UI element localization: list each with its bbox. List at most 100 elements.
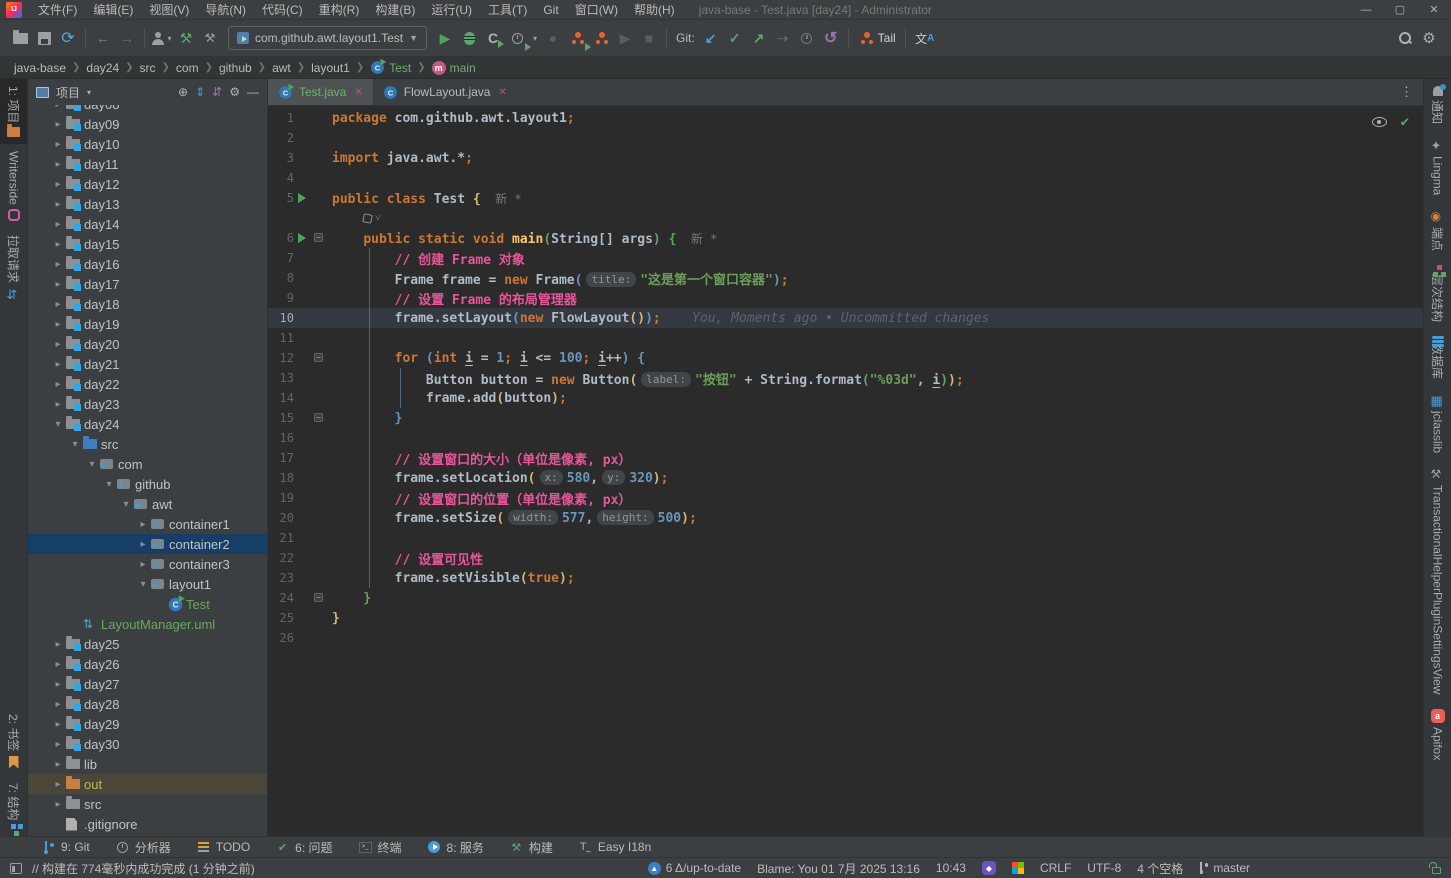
gutter[interactable]: 17 bbox=[268, 448, 326, 468]
tree-chevron-icon[interactable]: ▸ bbox=[50, 379, 66, 390]
run-coverage-button[interactable]: C bbox=[481, 26, 505, 50]
gutter[interactable]: 15− bbox=[268, 408, 326, 428]
collapse-all-icon[interactable]: ⇵ bbox=[212, 85, 222, 99]
stripe-item-hierarchy[interactable]: 层次结构 bbox=[1424, 258, 1451, 329]
stripe-item-bookmarks[interactable]: 2: 书签 bbox=[0, 707, 27, 775]
tree-chevron-icon[interactable]: ▸ bbox=[50, 179, 66, 190]
tree-chevron-icon[interactable]: ▸ bbox=[50, 105, 66, 110]
gutter[interactable]: 20 bbox=[268, 508, 326, 528]
tree-chevron-icon[interactable]: ▸ bbox=[50, 659, 66, 670]
menu-编辑[interactable]: 编辑(E) bbox=[85, 0, 141, 20]
tree-row-out[interactable]: ▸out bbox=[28, 774, 267, 794]
profile-user-dropdown[interactable]: ▾ bbox=[150, 26, 174, 50]
tree-row-container1[interactable]: ▸container1 bbox=[28, 514, 267, 534]
tree-chevron-icon[interactable]: ▾ bbox=[84, 459, 100, 470]
breadcrumb-item-layout1[interactable]: layout1 bbox=[307, 61, 354, 75]
minimize-button[interactable]: — bbox=[1349, 0, 1383, 20]
gutter[interactable]: 10 bbox=[268, 308, 326, 328]
tree-row-day14[interactable]: ▸day14 bbox=[28, 214, 267, 234]
tree-chevron-icon[interactable]: ▸ bbox=[50, 319, 66, 330]
status-item-purple-plugin[interactable]: ◆ bbox=[982, 861, 996, 875]
toolwindow-button-git-branch[interactable]: 9: Git bbox=[42, 840, 90, 854]
status-item-4 个空格[interactable]: 4 个空格 bbox=[1137, 860, 1183, 877]
tree-row-day21[interactable]: ▸day21 bbox=[28, 354, 267, 374]
breadcrumb-item-github[interactable]: github bbox=[215, 61, 256, 75]
tree-row-day12[interactable]: ▸day12 bbox=[28, 174, 267, 194]
tree-chevron-icon[interactable]: ▸ bbox=[50, 139, 66, 150]
tree-row-day30[interactable]: ▸day30 bbox=[28, 734, 267, 754]
tree-chevron-icon[interactable]: ▸ bbox=[50, 699, 66, 710]
tree-chevron-icon[interactable]: ▸ bbox=[50, 199, 66, 210]
breadcrumb-item-src[interactable]: src bbox=[136, 61, 160, 75]
fold-marker-icon[interactable]: − bbox=[314, 233, 323, 242]
tree-row-day20[interactable]: ▸day20 bbox=[28, 334, 267, 354]
tree-chevron-icon[interactable]: ▾ bbox=[67, 439, 83, 450]
back-icon[interactable]: ← bbox=[91, 26, 115, 50]
tree-row-day19[interactable]: ▸day19 bbox=[28, 314, 267, 334]
profiler-dropdown-icon[interactable]: ▾ bbox=[529, 26, 541, 50]
project-panel-title[interactable]: 项目 bbox=[56, 84, 80, 101]
tree-row-day25[interactable]: ▸day25 bbox=[28, 634, 267, 654]
inspections-ok-icon[interactable]: ✔ bbox=[1401, 114, 1409, 130]
tree-chevron-icon[interactable]: ▸ bbox=[50, 719, 66, 730]
tree-chevron-icon[interactable]: ▸ bbox=[50, 679, 66, 690]
run-line-icon[interactable] bbox=[298, 193, 306, 203]
tree-row-github[interactable]: ▾github bbox=[28, 474, 267, 494]
stripe-item-pull-request[interactable]: 拉取请求⇵ bbox=[0, 228, 27, 308]
tree-chevron-icon[interactable]: ▸ bbox=[50, 159, 66, 170]
gutter[interactable]: 22 bbox=[268, 548, 326, 568]
tree-row-Test[interactable]: CTest bbox=[28, 594, 267, 614]
close-button[interactable]: ✕ bbox=[1417, 0, 1451, 20]
panel-gear-icon[interactable]: ⚙ bbox=[229, 85, 240, 99]
toolwindow-button-profiler[interactable]: 分析器 bbox=[116, 839, 171, 856]
stripe-item-structure[interactable]: 7: 结构 bbox=[0, 776, 27, 836]
tree-chevron-icon[interactable]: ▸ bbox=[50, 759, 66, 770]
menu-运行[interactable]: 运行(U) bbox=[423, 0, 480, 20]
toolwindow-button-build[interactable]: ⚒构建 bbox=[510, 839, 553, 856]
gutter[interactable]: 12− bbox=[268, 348, 326, 368]
tree-chevron-icon[interactable]: ▸ bbox=[50, 279, 66, 290]
open-project-icon[interactable] bbox=[8, 26, 32, 50]
tree-row-com[interactable]: ▾com bbox=[28, 454, 267, 474]
build-hammer-icon[interactable]: ⚒ bbox=[174, 26, 198, 50]
gutter[interactable]: 14 bbox=[268, 388, 326, 408]
tree-chevron-icon[interactable]: ▸ bbox=[50, 779, 66, 790]
tab-options-kebab-icon[interactable]: ⋮ bbox=[1390, 79, 1423, 105]
stripe-item-bell[interactable]: 通知 bbox=[1424, 79, 1451, 131]
stripe-item-lingma[interactable]: ✦Lingma bbox=[1424, 131, 1451, 202]
breadcrumb-item-day24[interactable]: day24 bbox=[82, 61, 123, 75]
tree-row-container2[interactable]: ▸container2 bbox=[28, 534, 267, 554]
gutter[interactable]: 8 bbox=[268, 268, 326, 288]
tree-row-lib[interactable]: ▸lib bbox=[28, 754, 267, 774]
tree-chevron-icon[interactable]: ▸ bbox=[50, 219, 66, 230]
hide-panel-icon[interactable]: — bbox=[247, 85, 259, 99]
toolwindow-button-services[interactable]: 8: 服务 bbox=[428, 839, 484, 856]
tail-icon[interactable] bbox=[854, 26, 878, 50]
tree-row-day15[interactable]: ▸day15 bbox=[28, 234, 267, 254]
jrebel-run-button[interactable] bbox=[565, 26, 589, 50]
gutter[interactable]: 5 bbox=[268, 188, 326, 208]
gutter[interactable]: 11 bbox=[268, 328, 326, 348]
run-line-icon[interactable] bbox=[298, 233, 306, 243]
gutter[interactable]: 3 bbox=[268, 148, 326, 168]
tree-chevron-icon[interactable]: ▸ bbox=[50, 299, 66, 310]
breadcrumb-item-java-base[interactable]: java-base bbox=[10, 61, 70, 75]
maximize-button[interactable]: ▢ bbox=[1383, 0, 1417, 20]
gutter[interactable]: 6− bbox=[268, 228, 326, 248]
fold-marker-icon[interactable]: − bbox=[314, 413, 323, 422]
tree-row-awt[interactable]: ▾awt bbox=[28, 494, 267, 514]
tree-chevron-icon[interactable]: ▸ bbox=[50, 739, 66, 750]
tree-row-day26[interactable]: ▸day26 bbox=[28, 654, 267, 674]
debug-button[interactable] bbox=[457, 26, 481, 50]
tree-chevron-icon[interactable]: ▾ bbox=[118, 499, 134, 510]
gutter[interactable]: 24− bbox=[268, 588, 326, 608]
translate-icon[interactable]: 文A bbox=[911, 26, 939, 50]
sync-icon[interactable]: ⟳ bbox=[56, 26, 80, 50]
menu-重构[interactable]: 重构(R) bbox=[311, 0, 368, 20]
tree-chevron-icon[interactable]: ▸ bbox=[50, 239, 66, 250]
tree-row-day29[interactable]: ▸day29 bbox=[28, 714, 267, 734]
menu-构建[interactable]: 构建(B) bbox=[367, 0, 423, 20]
toolwindow-button-terminal[interactable]: >_终端 bbox=[359, 839, 402, 856]
code-editor[interactable]: 1package com.github.awt.layout1;23import… bbox=[268, 106, 1423, 836]
stripe-item-project-folder[interactable]: 1: 项目 bbox=[0, 79, 27, 144]
